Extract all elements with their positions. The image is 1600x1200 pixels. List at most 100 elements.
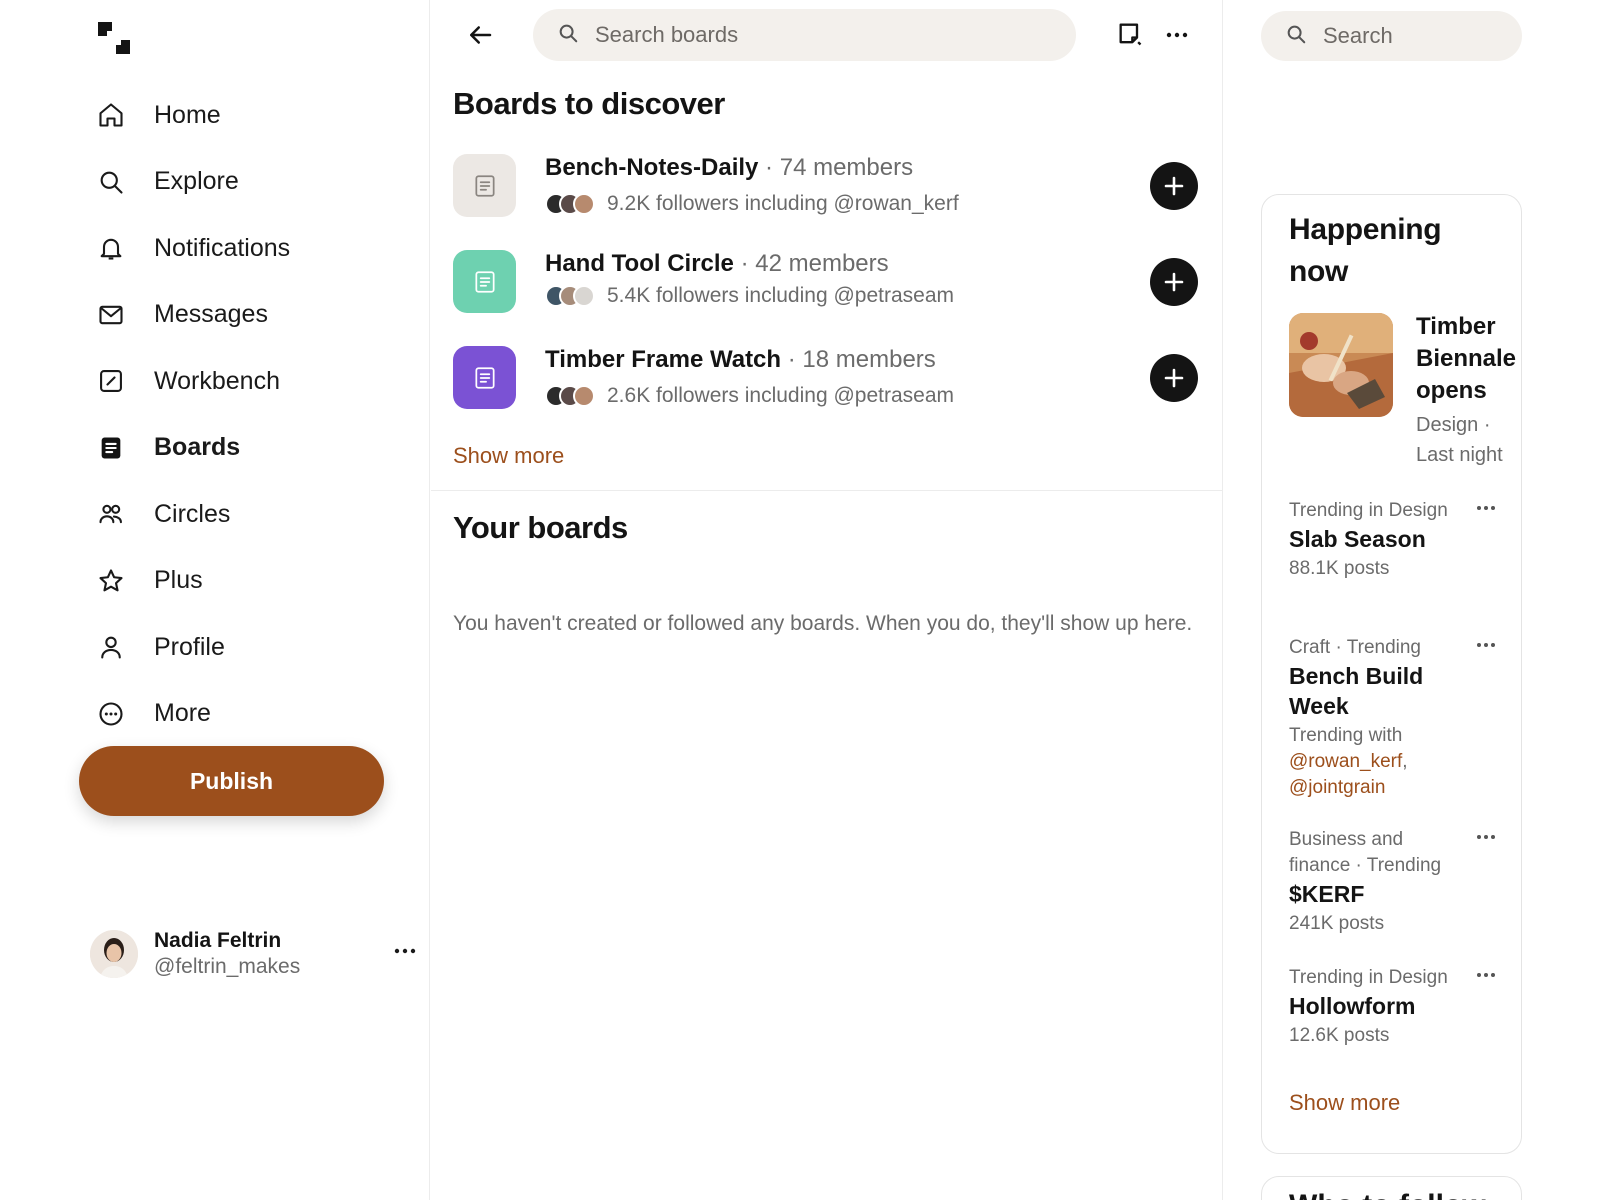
trend-item[interactable]: Craft · Trending Bench Build Week Trendi… [1289, 635, 1509, 801]
nav-label: More [154, 699, 211, 728]
nav-item-home[interactable]: Home [96, 82, 290, 149]
board-row-bench-notes-daily[interactable]: Bench-Notes-Daily · 74 members 9.2K foll… [453, 154, 1203, 220]
plus-icon [1164, 176, 1184, 196]
account-more-icon[interactable] [394, 942, 416, 960]
nav-item-plus[interactable]: Plus [96, 548, 290, 615]
happening-heading: Happening now [1289, 213, 1442, 288]
nav-item-explore[interactable]: Explore [96, 149, 290, 216]
followers-text: 2.6K followers including @petraseam [607, 384, 954, 407]
happening-now-card: Happening now Timber Biennale opens Desi… [1261, 194, 1522, 1154]
follow-board-button[interactable] [1150, 258, 1198, 306]
show-more-trends-link[interactable]: Show more [1289, 1090, 1400, 1116]
board-row-hand-tool-circle[interactable]: Hand Tool Circle · 42 members 5.4K follo… [453, 250, 1203, 316]
follower-avatars [545, 285, 595, 307]
board-members: 18 members [802, 346, 936, 373]
follower-avatars [545, 385, 595, 407]
avatar [573, 285, 595, 307]
account-text: Nadia Feltrin @feltrin_makes [154, 928, 300, 980]
board-followers: 9.2K followers including @rowan_kerf [545, 192, 959, 216]
trend-item[interactable]: Business and finance · Trending $KERF 24… [1289, 827, 1509, 937]
mention-link[interactable]: @jointgrain [1289, 777, 1385, 798]
envelope-icon [96, 300, 126, 330]
people-icon [96, 499, 126, 529]
global-search-bar[interactable] [1261, 11, 1522, 61]
document-icon [474, 270, 495, 293]
trend-count: 88.1K posts [1289, 558, 1390, 579]
board-followers: 2.6K followers including @petraseam [545, 384, 954, 408]
plus-icon [1164, 272, 1184, 292]
who-to-follow-heading: Who to follow [1289, 1189, 1486, 1200]
more-circle-icon [96, 699, 126, 729]
trend-more-icon[interactable] [1471, 965, 1501, 985]
show-more-boards-link[interactable]: Show more [453, 443, 564, 469]
new-board-icon[interactable] [1116, 20, 1146, 50]
follow-board-button[interactable] [1150, 354, 1198, 402]
star-icon [96, 566, 126, 596]
trend-count: Trending with @rowan_kerf, @jointgrain [1289, 723, 1464, 801]
separator: · [765, 154, 774, 181]
publish-button[interactable]: Publish [79, 746, 384, 816]
discover-heading: Boards to discover [453, 86, 725, 121]
trend-item[interactable]: Trending in Design Hollowform 12.6K post… [1289, 965, 1509, 1049]
search-icon [1285, 23, 1307, 50]
nav-label: Home [154, 100, 221, 129]
avatar [90, 930, 138, 978]
featured-title[interactable]: Timber Biennale opens [1416, 311, 1521, 407]
trend-context: Business and finance · Trending [1289, 829, 1442, 876]
nav-label: Circles [154, 499, 231, 528]
person-icon [96, 632, 126, 662]
board-tile [453, 250, 516, 313]
nav-item-boards[interactable]: Boards [96, 415, 290, 482]
bell-icon [96, 233, 126, 263]
app-logo[interactable] [98, 22, 130, 54]
board-row-timber-frame-watch[interactable]: Timber Frame Watch · 18 members 2.6K fol… [453, 346, 1203, 412]
trend-item[interactable]: Trending in Design Slab Season 88.1K pos… [1289, 498, 1509, 582]
account-switcher[interactable]: Nadia Feltrin @feltrin_makes [90, 928, 420, 980]
avatar [573, 385, 595, 407]
board-tile [453, 346, 516, 409]
boards-icon [96, 433, 126, 463]
board-title: Bench-Notes-Daily · 74 members [545, 154, 913, 182]
nav-item-profile[interactable]: Profile [96, 614, 290, 681]
board-name[interactable]: Timber Frame Watch [545, 346, 781, 373]
more-options-icon[interactable] [1162, 20, 1192, 50]
board-name[interactable]: Bench-Notes-Daily [545, 154, 758, 181]
who-to-follow-card: Who to follow [1261, 1176, 1522, 1200]
account-handle: @feltrin_makes [154, 955, 301, 978]
back-arrow-icon[interactable] [465, 20, 495, 50]
your-boards-heading: Your boards [453, 510, 628, 545]
nav-label: Explore [154, 167, 239, 196]
trend-more-icon[interactable] [1471, 498, 1501, 518]
trend-more-icon[interactable] [1471, 635, 1501, 655]
board-members: 42 members [755, 250, 889, 277]
global-search-input[interactable] [1323, 23, 1513, 49]
board-name[interactable]: Hand Tool Circle [545, 250, 734, 277]
trend-context: Trending in Design [1289, 967, 1448, 988]
separator: · [740, 250, 749, 277]
nav-label: Plus [154, 566, 203, 595]
nav-label: Notifications [154, 233, 291, 262]
section-divider [431, 490, 1222, 491]
avatar [573, 193, 595, 215]
nav-item-notifications[interactable]: Notifications [96, 215, 290, 282]
nav-item-circles[interactable]: Circles [96, 481, 290, 548]
trend-more-icon[interactable] [1471, 827, 1501, 847]
nav-item-messages[interactable]: Messages [96, 282, 290, 349]
trend-count: 241K posts [1289, 913, 1385, 934]
trend-title: Slab Season [1289, 526, 1426, 552]
nav-item-workbench[interactable]: Workbench [96, 348, 290, 415]
trend-with-text: Trending with [1289, 725, 1403, 746]
follow-board-button[interactable] [1150, 162, 1198, 210]
empty-state-message: You haven't created or followed any boar… [453, 612, 1193, 635]
board-search-input[interactable] [595, 22, 1015, 48]
board-followers: 5.4K followers including @petraseam [545, 284, 954, 308]
featured-thumbnail[interactable] [1289, 313, 1393, 417]
trend-title: Bench Build Week [1289, 663, 1424, 719]
left-sidebar: Home Explore Notifications Messages Work… [0, 0, 430, 1200]
account-name: Nadia Feltrin [154, 929, 282, 952]
main-column: Boards to discover Bench-Notes-Daily · 7… [431, 0, 1223, 1200]
board-search-bar[interactable] [533, 9, 1076, 61]
featured-meta: Design · Last night [1416, 414, 1503, 466]
mention-link[interactable]: @rowan_kerf [1289, 751, 1402, 772]
nav-item-more[interactable]: More [96, 681, 290, 748]
